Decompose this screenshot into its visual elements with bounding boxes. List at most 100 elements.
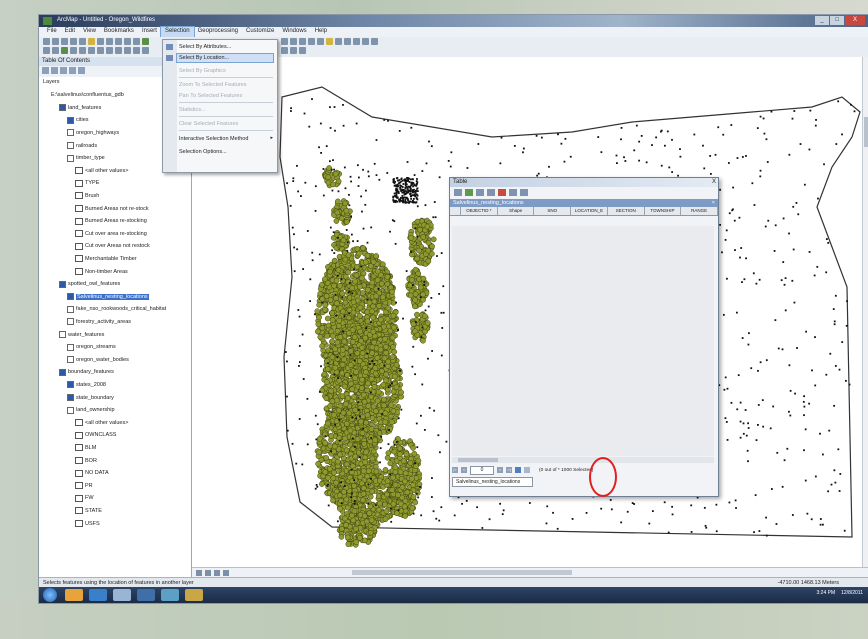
menu-zoom-to-selected[interactable]: Zoom To Selected Features bbox=[179, 81, 246, 89]
toc-layer-item[interactable]: Burned Areas re-stocking bbox=[75, 217, 147, 225]
column-header[interactable]: OBJECTID * bbox=[461, 207, 498, 215]
select-by-attributes-table-icon[interactable] bbox=[476, 189, 484, 196]
toc-layer-item[interactable]: OWNCLASS bbox=[75, 431, 116, 439]
layer-visibility-checkbox[interactable] bbox=[67, 394, 74, 401]
toc-options-icon[interactable] bbox=[78, 67, 85, 74]
layer-visibility-checkbox[interactable] bbox=[67, 305, 74, 313]
toc-layer-item[interactable]: Non-timber Areas bbox=[75, 268, 128, 275]
toc-layer-item[interactable]: NO DATA bbox=[75, 469, 109, 477]
show-selected-records-icon[interactable] bbox=[524, 467, 530, 473]
switch-selection-icon[interactable] bbox=[487, 189, 495, 196]
menu-statistics[interactable]: Statistics... bbox=[179, 106, 206, 114]
list-by-visibility-icon[interactable] bbox=[60, 67, 67, 74]
toc-layer-item[interactable]: Layers bbox=[43, 79, 60, 85]
menu-bookmarks[interactable]: Bookmarks bbox=[100, 27, 138, 37]
column-header[interactable]: SNO bbox=[534, 207, 572, 215]
editor-toolbar-icons[interactable] bbox=[281, 38, 378, 45]
windows-start-icon[interactable] bbox=[43, 588, 57, 602]
table-options-icon[interactable] bbox=[454, 189, 462, 196]
toc-layer-item[interactable]: Merchantable Timber bbox=[75, 255, 137, 263]
record-number-input[interactable]: 0 bbox=[470, 465, 494, 475]
list-by-selection-icon[interactable] bbox=[69, 67, 76, 74]
menu-select-by-attributes[interactable]: Select By Attributes... bbox=[179, 43, 231, 51]
show-all-records-icon[interactable] bbox=[515, 467, 521, 473]
menu-file[interactable]: File bbox=[43, 27, 61, 37]
column-header[interactable]: SECTION bbox=[608, 207, 645, 215]
toc-layer-item[interactable]: <all other values> bbox=[75, 419, 128, 427]
menu-pan-to-selected[interactable]: Pan To Selected Features bbox=[179, 92, 242, 100]
toc-layer-item[interactable]: boundary_features bbox=[59, 368, 114, 376]
toc-layer-item[interactable]: Cut over Areas not restock bbox=[75, 242, 150, 250]
list-by-source-icon[interactable] bbox=[51, 67, 58, 74]
menu-insert[interactable]: Insert bbox=[138, 27, 161, 37]
layer-visibility-checkbox[interactable] bbox=[67, 142, 74, 149]
toc-layer-item[interactable]: PR bbox=[75, 482, 93, 490]
toc-layer-item[interactable]: BLM bbox=[75, 444, 96, 452]
layer-visibility-checkbox[interactable] bbox=[59, 280, 66, 288]
layer-visibility-checkbox[interactable] bbox=[67, 116, 74, 124]
toc-layer-item[interactable]: state_boundary bbox=[67, 394, 114, 401]
layer-visibility-checkbox[interactable] bbox=[59, 104, 66, 112]
table-body-empty[interactable] bbox=[452, 226, 714, 456]
standard-toolbar-icons[interactable] bbox=[43, 38, 149, 45]
taskbar-app-6-icon[interactable] bbox=[185, 589, 203, 601]
menu-customize[interactable]: Customize bbox=[242, 27, 278, 37]
toc-layer-item[interactable]: FW bbox=[75, 494, 94, 502]
close-button[interactable]: X bbox=[845, 16, 865, 25]
layer-visibility-checkbox[interactable] bbox=[67, 356, 74, 364]
taskbar-app-1-icon[interactable] bbox=[65, 589, 83, 601]
menu-select-by-location[interactable]: Select By Location... bbox=[176, 53, 274, 63]
layer-visibility-checkbox[interactable] bbox=[67, 343, 74, 351]
column-header[interactable]: RANGE bbox=[681, 207, 718, 215]
toc-layer-item[interactable]: water_features bbox=[59, 331, 104, 338]
map-vertical-scrollbar[interactable] bbox=[862, 57, 868, 567]
layer-visibility-checkbox[interactable] bbox=[67, 406, 74, 414]
toc-layer-item[interactable]: USFS bbox=[75, 520, 100, 527]
toc-layer-item[interactable]: BOR bbox=[75, 457, 97, 464]
maximize-button[interactable]: □ bbox=[830, 16, 844, 25]
menu-select-by-graphics[interactable]: Select By Graphics bbox=[179, 67, 226, 75]
toc-layer-item[interactable]: oregon_water_bodies bbox=[67, 356, 129, 364]
layer-visibility-checkbox[interactable] bbox=[67, 318, 74, 326]
taskbar-app-2-icon[interactable] bbox=[89, 589, 107, 601]
layout-view-buttons[interactable] bbox=[196, 570, 229, 576]
toc-layer-item[interactable]: E:\salvelinus\confluentus_gdb bbox=[51, 92, 124, 98]
delete-selected-icon[interactable] bbox=[520, 189, 528, 196]
toc-layer-item[interactable]: forestry_activity_areas bbox=[67, 318, 131, 326]
toc-layer-item[interactable]: states_2008 bbox=[67, 381, 106, 389]
first-record-button[interactable]: |< bbox=[452, 467, 458, 473]
table-close-button[interactable]: X bbox=[712, 178, 716, 187]
menu-selection-options[interactable]: Selection Options... bbox=[179, 148, 227, 156]
layer-visibility-checkbox[interactable] bbox=[59, 331, 66, 338]
last-record-button[interactable]: >| bbox=[506, 467, 512, 473]
tray-date[interactable]: 12/8/2011 bbox=[841, 590, 863, 596]
layer-visibility-checkbox[interactable] bbox=[67, 154, 74, 162]
toc-layer-item[interactable]: Brush bbox=[75, 192, 99, 200]
toc-layer-item[interactable]: spotted_owl_features bbox=[59, 280, 120, 288]
column-header[interactable]: Shape bbox=[498, 207, 535, 215]
toc-layer-item[interactable]: Burned Areas not re-stock bbox=[75, 205, 149, 212]
layer-visibility-checkbox[interactable] bbox=[67, 293, 74, 301]
previous-record-button[interactable]: < bbox=[461, 467, 467, 473]
toc-layer-item[interactable]: oregon_streams bbox=[67, 343, 116, 351]
toc-layer-item[interactable]: timber_type bbox=[67, 154, 105, 162]
minimize-button[interactable]: _ bbox=[815, 16, 829, 25]
taskbar-app-3-icon[interactable] bbox=[113, 589, 131, 601]
toc-layer-item[interactable]: cities bbox=[67, 116, 89, 124]
toc-layer-item[interactable]: land_features bbox=[59, 104, 101, 112]
toc-layer-item[interactable]: TYPE bbox=[75, 179, 99, 187]
toc-layer-item[interactable]: <all other values> bbox=[75, 167, 128, 175]
clear-selection-icon[interactable] bbox=[498, 189, 506, 196]
toc-layer-item[interactable]: land_ownership bbox=[67, 406, 115, 414]
menu-geoprocessing[interactable]: Geoprocessing bbox=[194, 27, 242, 37]
tray-time[interactable]: 3:24 PM bbox=[817, 590, 836, 596]
taskbar-app-5-icon[interactable] bbox=[161, 589, 179, 601]
toc-layer-item[interactable]: STATE bbox=[75, 507, 102, 515]
related-tables-icon[interactable] bbox=[465, 189, 473, 196]
taskbar-app-4-icon[interactable] bbox=[137, 589, 155, 601]
column-header[interactable]: LOCATION_E bbox=[571, 207, 608, 215]
map-horizontal-scrollbar[interactable] bbox=[352, 570, 572, 575]
table-tab[interactable]: Salvelinus_nesting_locations bbox=[452, 477, 533, 487]
menu-clear-selected[interactable]: Clear Selected Features bbox=[179, 120, 238, 128]
list-by-drawing-order-icon[interactable] bbox=[42, 67, 49, 74]
